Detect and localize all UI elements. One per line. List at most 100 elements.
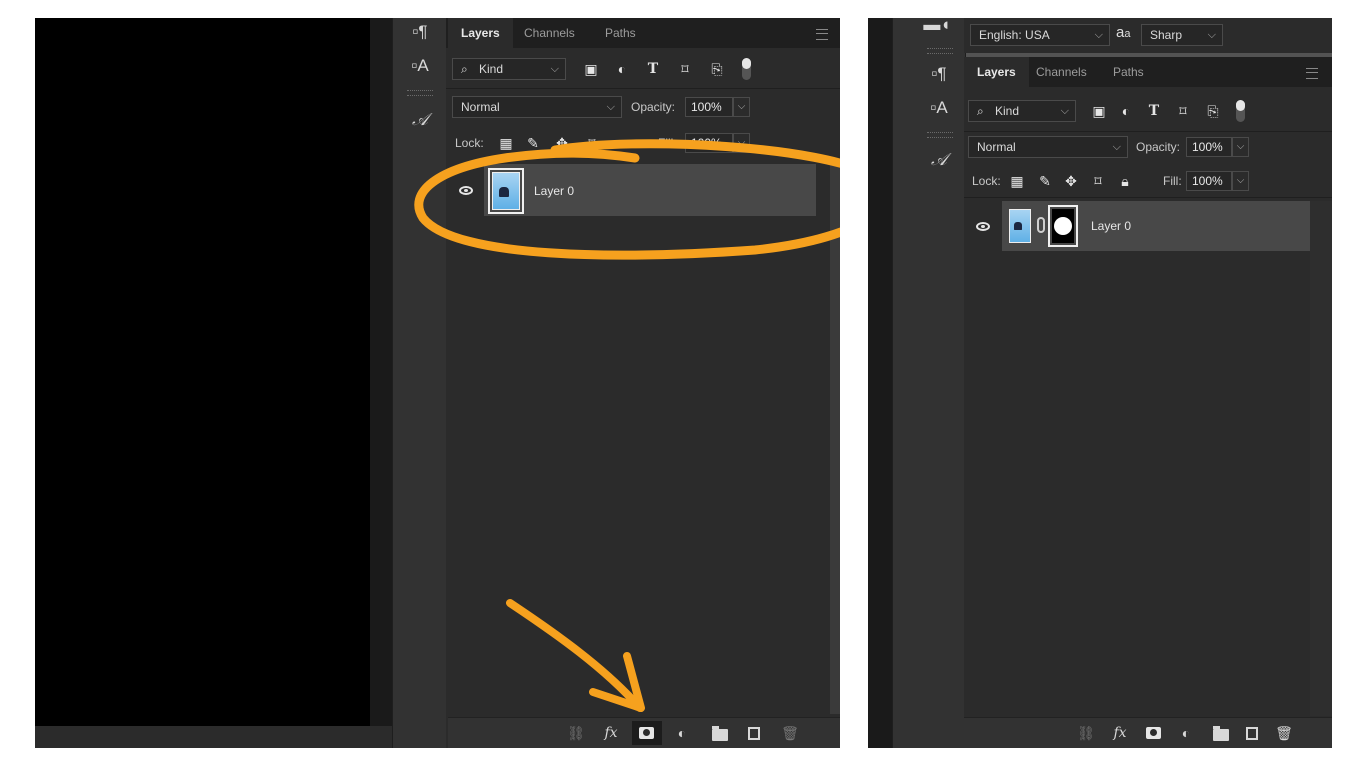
tab-paths[interactable]: Paths — [592, 18, 649, 48]
blend-mode-dropdown[interactable]: Normal ⌵ — [968, 136, 1128, 158]
opacity-slider-button[interactable]: ⌵ — [733, 97, 750, 117]
fx-icon[interactable]: fx — [601, 724, 621, 742]
blend-mode-label: Normal — [977, 140, 1016, 154]
visibility-eye-icon[interactable] — [976, 222, 990, 231]
tab-layers[interactable]: Layers — [964, 57, 1029, 87]
lock-all-icon[interactable]: 🔒︎ — [614, 134, 632, 152]
character-panel-icon[interactable]: ▫A — [923, 96, 955, 120]
new-layer-icon[interactable] — [1246, 727, 1258, 740]
chevron-down-icon: ⌵ — [1060, 105, 1069, 117]
type-filter-icon[interactable]: T — [644, 60, 662, 78]
fill-label: Fill: — [658, 136, 677, 150]
filter-kind-label: Kind — [995, 104, 1020, 118]
panel-menu-icon[interactable] — [1306, 68, 1318, 79]
paragraph-panel-icon[interactable]: ▫¶ — [404, 20, 436, 44]
panel-menu-icon[interactable] — [816, 29, 828, 40]
language-dropdown[interactable]: English: USA ⌵ — [970, 24, 1110, 46]
blend-mode-label: Normal — [461, 100, 500, 114]
paragraph-panel-icon[interactable]: ▫¶ — [923, 62, 955, 86]
trash-icon[interactable]: 🗑︎ — [1274, 724, 1294, 742]
search-icon: ⌕ — [977, 104, 984, 118]
filter-toggle[interactable] — [742, 58, 751, 80]
mask-circle — [1054, 217, 1072, 235]
group-folder-icon[interactable] — [712, 726, 728, 741]
fill-label: Fill: — [1163, 174, 1182, 188]
screenshot-after: ▬◖ ▫¶ ▫A 𝒜 English: USA ⌵ aa Sharp ⌵ Lay… — [868, 18, 1332, 748]
tab-paths[interactable]: Paths — [1100, 57, 1157, 87]
mask-link-icon[interactable] — [1037, 217, 1045, 233]
opacity-input[interactable]: 100% — [1186, 137, 1232, 157]
lock-artboard-icon[interactable]: ⌑ — [1089, 172, 1107, 190]
canvas-statusbar — [35, 726, 392, 748]
lock-artboard-icon[interactable]: ⌑ — [583, 134, 601, 152]
fx-icon[interactable]: fx — [1110, 724, 1130, 742]
visibility-eye-icon[interactable] — [459, 186, 473, 195]
trash-icon[interactable]: 🗑︎ — [780, 724, 800, 742]
add-mask-icon[interactable] — [1146, 727, 1161, 739]
opacity-input[interactable]: 100% — [685, 97, 733, 117]
image-filter-icon[interactable]: ▣ — [1090, 102, 1108, 120]
glyphs-panel-icon[interactable]: 𝒜 — [923, 148, 955, 172]
canvas-edge — [868, 18, 892, 748]
divider — [446, 88, 840, 89]
smart-object-filter-icon[interactable]: ⎘ — [1204, 102, 1222, 120]
lock-transparent-icon[interactable]: ▦ — [1008, 172, 1026, 190]
dock-grip[interactable] — [407, 90, 433, 96]
tab-channels[interactable]: Channels — [1023, 57, 1100, 87]
dock-grip[interactable] — [927, 132, 953, 138]
layer-mask-thumbnail[interactable] — [1052, 209, 1074, 243]
side-dock: ▫¶ ▫A 𝒜 — [392, 18, 448, 748]
canvas-edge — [370, 18, 392, 726]
lock-paint-icon[interactable]: ✎ — [1036, 172, 1054, 190]
layer-name[interactable]: Layer 0 — [534, 184, 574, 198]
image-filter-icon[interactable]: ▣ — [582, 60, 600, 78]
shape-filter-icon[interactable]: ⌑ — [1174, 102, 1192, 120]
lock-transparent-icon[interactable]: ▦ — [497, 134, 515, 152]
chevron-down-icon: ⌵ — [1207, 29, 1216, 41]
lock-all-icon[interactable]: 🔒︎ — [1116, 172, 1134, 190]
fill-slider-button[interactable]: ⌵ — [733, 133, 750, 153]
antialias-dropdown[interactable]: Sharp ⌵ — [1141, 24, 1223, 46]
aa-glyph-small: a — [1124, 28, 1131, 40]
smart-object-filter-icon[interactable]: ⎘ — [708, 60, 726, 78]
group-folder-icon[interactable] — [1213, 726, 1229, 741]
new-layer-icon[interactable] — [748, 727, 760, 740]
tab-channels[interactable]: Channels — [511, 18, 588, 48]
side-dock: ▬◖ ▫¶ ▫A 𝒜 — [892, 18, 966, 748]
chevron-down-icon: ⌵ — [550, 63, 559, 75]
opacity-slider-button[interactable]: ⌵ — [1232, 137, 1249, 157]
lock-move-icon[interactable]: ✥ — [1062, 172, 1080, 190]
adjustment-layer-icon[interactable]: ◐ — [672, 724, 692, 742]
panel-scrollbar[interactable] — [830, 164, 840, 714]
adjustment-filter-icon[interactable]: ◐ — [613, 60, 631, 78]
blend-mode-dropdown[interactable]: Normal ⌵ — [452, 96, 622, 118]
adjustment-filter-icon[interactable]: ◐ — [1117, 102, 1135, 120]
filter-kind-label: Kind — [479, 62, 504, 76]
fill-input[interactable]: 100% — [685, 133, 733, 153]
panel-tabbar: Layers Channels Paths — [446, 18, 840, 48]
dock-grip[interactable] — [927, 48, 953, 54]
adjustment-layer-icon[interactable]: ◐ — [1176, 724, 1196, 742]
fill-slider-button[interactable]: ⌵ — [1232, 171, 1249, 191]
filter-kind-dropdown[interactable]: ⌕ Kind ⌵ — [968, 100, 1076, 122]
add-mask-icon[interactable] — [632, 721, 662, 745]
fill-input[interactable]: 100% — [1186, 171, 1232, 191]
filter-kind-dropdown[interactable]: ⌕ Kind ⌵ — [452, 58, 566, 80]
document-canvas — [35, 18, 370, 726]
character-panel-icon[interactable]: ▫A — [404, 54, 436, 78]
filter-toggle[interactable] — [1236, 100, 1245, 122]
lock-move-icon[interactable]: ✥ — [553, 134, 571, 152]
layer-thumbnail[interactable] — [1009, 209, 1031, 243]
layer-thumbnail[interactable] — [492, 172, 520, 210]
type-filter-icon[interactable]: T — [1145, 102, 1163, 120]
link-icon[interactable]: ⛓︎ — [566, 724, 586, 742]
panel-scrollbar[interactable] — [1310, 201, 1332, 716]
layers-panel: Layers Channels Paths ⌕ Kind ⌵ ▣ ◐ T ⌑ ⎘… — [446, 18, 840, 748]
link-icon[interactable]: ⛓︎ — [1076, 724, 1096, 742]
glyphs-panel-icon[interactable]: 𝒜 — [404, 108, 436, 132]
lock-paint-icon[interactable]: ✎ — [524, 134, 542, 152]
tab-layers[interactable]: Layers — [448, 18, 513, 48]
shape-filter-icon[interactable]: ⌑ — [676, 60, 694, 78]
layer-name[interactable]: Layer 0 — [1091, 219, 1131, 233]
paragraph-panel-icon[interactable]: ▬◖ — [921, 18, 953, 36]
